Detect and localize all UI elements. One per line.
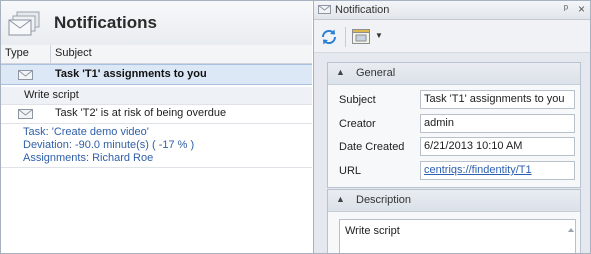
- divider: [1, 123, 312, 124]
- list-item[interactable]: Write script: [1, 87, 312, 105]
- envelope-icon: [18, 70, 33, 80]
- row-detail: Task: 'Create demo video' Deviation: -90…: [23, 126, 194, 165]
- description-text: Write script: [345, 225, 400, 237]
- subject-label: Subject: [339, 94, 376, 106]
- collapse-icon[interactable]: ▲: [336, 67, 345, 77]
- description-field[interactable]: Write script: [339, 219, 576, 253]
- creator-field[interactable]: admin: [420, 114, 575, 133]
- chevron-down-icon[interactable]: ▼: [375, 31, 383, 40]
- envelopes-icon: [8, 11, 40, 36]
- row-subject: Task 'T2' is at risk of being overdue: [55, 107, 227, 119]
- general-group-header[interactable]: ▲ General: [328, 63, 580, 85]
- envelope-icon: [318, 5, 331, 14]
- column-header: Type Subject: [1, 45, 312, 64]
- panel-title: Notification: [335, 4, 390, 16]
- general-group: ▲ General Subject Task 'T1' assignments …: [327, 62, 581, 188]
- url-label: URL: [339, 165, 362, 177]
- column-divider[interactable]: [50, 45, 51, 63]
- notifications-pane: Notifications Type Subject Task 'T1' ass…: [1, 1, 312, 253]
- panel-titlebar: Notification ᵖ ×: [314, 1, 590, 20]
- subject-field[interactable]: Task 'T1' assignments to you: [420, 90, 575, 109]
- group-title: General: [356, 67, 396, 79]
- url-link[interactable]: centriqs://findentity/T1: [420, 161, 575, 180]
- pin-icon[interactable]: ᵖ: [564, 3, 568, 15]
- panel-toolbar: ▼: [314, 20, 590, 53]
- divider: [1, 167, 312, 168]
- description-group-header[interactable]: ▲ Description: [328, 190, 580, 212]
- close-icon[interactable]: ×: [578, 2, 585, 16]
- notifications-header: Notifications: [1, 1, 312, 46]
- refresh-icon[interactable]: [320, 28, 338, 46]
- table-row[interactable]: Task 'T1' assignments to you: [1, 64, 312, 85]
- notification-panel: Notification ᵖ × ▼ ▲ General Subject Tas…: [313, 1, 590, 254]
- table-row[interactable]: Task 'T2' is at risk of being overdue: [1, 104, 312, 124]
- envelope-icon: [18, 109, 33, 119]
- collapse-icon[interactable]: ▲: [336, 194, 345, 204]
- layout-icon[interactable]: [352, 29, 370, 44]
- detail-assignments: Assignments: Richard Roe: [23, 152, 154, 164]
- row-subject: Task 'T1' assignments to you: [55, 68, 207, 80]
- date-created-label: Date Created: [339, 141, 405, 153]
- column-subject[interactable]: Subject: [55, 47, 92, 59]
- detail-deviation: Deviation: -90.0 minute(s) ( -17 % ): [23, 139, 195, 151]
- page-title: Notifications: [54, 13, 157, 32]
- detail-task: Task: 'Create demo video': [23, 126, 149, 138]
- row-subject: Write script: [24, 89, 79, 101]
- app-window: Notifications Type Subject Task 'T1' ass…: [0, 0, 591, 254]
- column-type[interactable]: Type: [5, 47, 29, 59]
- date-created-field[interactable]: 6/21/2013 10:10 AM: [420, 137, 575, 156]
- scrollbar[interactable]: [566, 226, 576, 254]
- creator-label: Creator: [339, 118, 376, 130]
- group-title: Description: [356, 194, 412, 206]
- toolbar-separator: [345, 27, 346, 47]
- description-group: ▲ Description Write script: [327, 189, 581, 254]
